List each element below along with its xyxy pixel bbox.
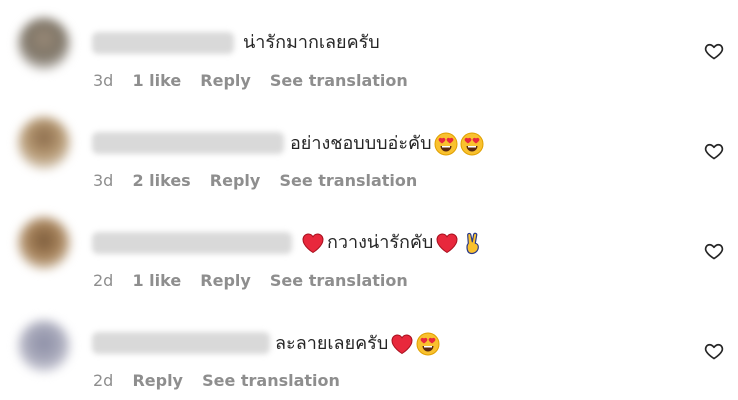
comment-text-label: น่ารักมากเลยครับ [243,32,380,53]
comment-text: อย่างชอบบบอ่ะคับ [290,132,484,156]
victory-hand-emoji-icon [466,232,480,255]
heart-eyes-emoji-icon [434,132,458,156]
heart-outline-icon[interactable] [704,141,724,161]
username-blurred[interactable] [92,232,292,254]
red-heart-emoji-icon [436,233,458,254]
comment-meta: 3d 2 likes Reply See translation [93,171,431,191]
see-translation-button[interactable]: See translation [202,371,340,390]
heart-outline-icon[interactable] [704,241,724,261]
comment-item: อย่างชอบบบอ่ะคับ 3d 2 likes Reply See tr… [0,100,738,200]
comment-time[interactable]: 3d [93,171,113,190]
see-translation-button[interactable]: See translation [270,271,408,290]
heart-outline-icon[interactable] [704,341,724,361]
comment-item: กวางน่ารักคับ 2d 1 like Reply See transl… [0,200,738,300]
comment-meta: 3d 1 like Reply See translation [93,71,422,91]
avatar[interactable] [18,18,70,70]
red-heart-emoji-icon [391,334,413,355]
username-blurred[interactable] [92,32,234,54]
comment-meta: 2d 1 like Reply See translation [93,271,422,291]
avatar[interactable] [18,217,70,269]
comment-text: น่ารักมากเลยครับ [243,32,380,54]
red-heart-emoji-icon [302,233,324,254]
likes-count[interactable]: 1 like [132,71,181,90]
reply-button[interactable]: Reply [200,271,251,290]
comment-list: น่ารักมากเลยครับ 3d 1 like Reply See tra… [0,0,738,400]
comment-text-label: อย่างชอบบบอ่ะคับ [290,133,432,154]
heart-eyes-emoji-icon [460,132,484,156]
comment-time[interactable]: 3d [93,71,113,90]
username-blurred[interactable] [92,332,270,354]
reply-button[interactable]: Reply [132,371,183,390]
comment-meta: 2d Reply See translation [93,371,354,391]
comment-text-label: ละลายเลยครับ [275,333,389,354]
username-blurred[interactable] [92,132,284,154]
comment-time[interactable]: 2d [93,271,113,290]
likes-count[interactable]: 2 likes [132,171,190,190]
avatar[interactable] [18,117,70,169]
avatar[interactable] [18,320,70,372]
comment-time[interactable]: 2d [93,371,113,390]
see-translation-button[interactable]: See translation [279,171,417,190]
see-translation-button[interactable]: See translation [270,71,408,90]
reply-button[interactable]: Reply [210,171,261,190]
likes-count[interactable]: 1 like [132,271,181,290]
comment-text: กวางน่ารักคับ [301,231,485,255]
heart-outline-icon[interactable] [704,41,724,61]
comment-item: น่ารักมากเลยครับ 3d 1 like Reply See tra… [0,0,738,100]
heart-eyes-emoji-icon [416,332,440,356]
comment-text: ละลายเลยครับ [275,332,440,356]
comment-text-label: กวางน่ารักคับ [327,232,434,253]
reply-button[interactable]: Reply [200,71,251,90]
comment-item: ละลายเลยครับ 2d Reply See translation [0,300,738,400]
